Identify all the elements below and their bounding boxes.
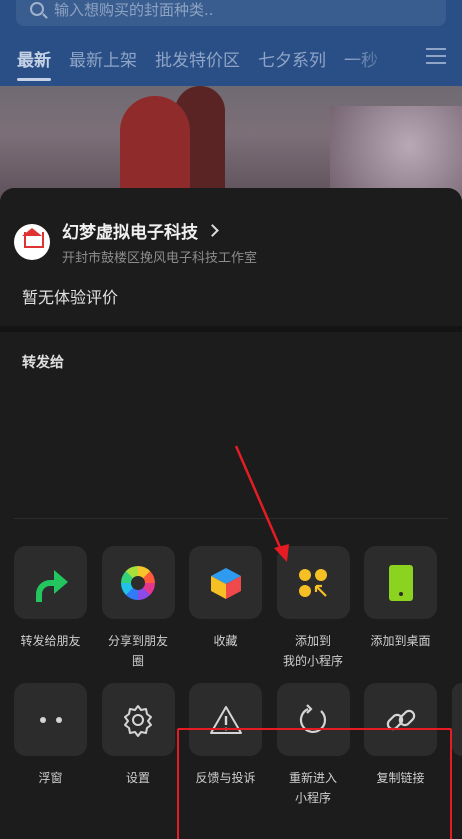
menu-icon[interactable] bbox=[426, 48, 446, 64]
separator bbox=[14, 518, 448, 519]
highlight-box bbox=[177, 728, 452, 839]
add-to-desktop-button[interactable]: 添加到桌面 bbox=[364, 546, 437, 671]
divider bbox=[0, 326, 462, 332]
moments-icon bbox=[121, 565, 155, 600]
shop-logo bbox=[14, 224, 50, 260]
category-tabs: 最新 最新上架 批发特价区 七夕系列 一秒 bbox=[0, 38, 462, 81]
search-placeholder: 输入想购买的封面种类.. bbox=[54, 0, 214, 19]
action-label: 添加到桌面 bbox=[370, 634, 431, 648]
action-label: 添加到 我的小程序 bbox=[282, 634, 343, 668]
action-label: 浮窗 bbox=[38, 771, 63, 785]
tabs-fade bbox=[346, 38, 426, 78]
row-overflow-tile bbox=[452, 683, 462, 756]
add-miniprogram-icon bbox=[297, 567, 329, 599]
tab-qixi[interactable]: 七夕系列 bbox=[258, 46, 326, 71]
tab-wholesale[interactable]: 批发特价区 bbox=[155, 46, 240, 71]
chevron-right-icon bbox=[206, 224, 219, 237]
favorite-button[interactable]: 收藏 bbox=[189, 546, 262, 671]
settings-gear-icon bbox=[124, 704, 152, 737]
search-icon bbox=[30, 2, 44, 16]
shop-subtitle: 开封市鼓楼区挽风电子科技工作室 bbox=[62, 251, 258, 266]
shop-name: 幻梦虚拟电子科技 bbox=[62, 223, 198, 243]
action-label: 收藏 bbox=[213, 634, 238, 648]
share-to-friend-button[interactable]: 转发给朋友 bbox=[14, 546, 87, 671]
background-app: 输入想购买的封面种类.. 最新 最新上架 批发特价区 七夕系列 一秒 bbox=[0, 0, 462, 206]
action-row-1: 转发给朋友 分享到朋友 圈 收藏 添加到 我的小程序 添加到桌面 bbox=[14, 546, 452, 671]
action-label: 转发给朋友 bbox=[20, 634, 81, 648]
float-window-icon bbox=[39, 716, 62, 723]
add-to-desktop-icon bbox=[388, 564, 413, 601]
action-label: 设置 bbox=[125, 771, 150, 785]
action-sheet: 幻梦虚拟电子科技 开封市鼓楼区挽风电子科技工作室 暂无体验评价 转发给 转发给朋… bbox=[0, 188, 462, 839]
tab-latest[interactable]: 最新 bbox=[17, 46, 51, 81]
add-to-my-miniprogram-button[interactable]: 添加到 我的小程序 bbox=[276, 546, 350, 671]
settings-button[interactable]: 设置 bbox=[101, 683, 175, 808]
favorite-cube-icon bbox=[210, 567, 241, 599]
action-label: 分享到朋友 圈 bbox=[107, 634, 168, 668]
search-bar[interactable]: 输入想购买的封面种类.. bbox=[16, 0, 446, 26]
share-to-moments-button[interactable]: 分享到朋友 圈 bbox=[101, 546, 175, 671]
forward-title: 转发给 bbox=[22, 355, 64, 371]
float-window-button[interactable]: 浮窗 bbox=[14, 683, 87, 808]
share-arrow-icon bbox=[34, 568, 68, 602]
review-status: 暂无体验评价 bbox=[22, 288, 119, 307]
tab-new-arrivals[interactable]: 最新上架 bbox=[69, 46, 137, 71]
shop-header[interactable]: 幻梦虚拟电子科技 开封市鼓楼区挽风电子科技工作室 bbox=[14, 218, 257, 266]
